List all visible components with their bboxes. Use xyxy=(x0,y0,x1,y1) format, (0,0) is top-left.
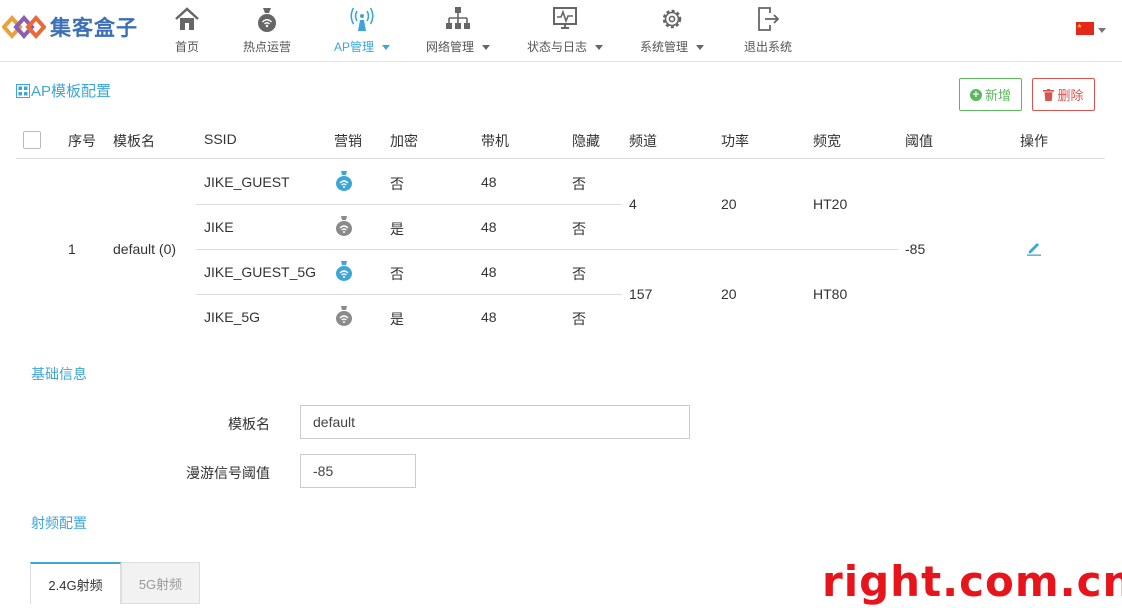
ssid-hidden: 否 xyxy=(572,221,586,237)
ssid-name: JIKE_GUEST_5G xyxy=(204,264,317,280)
ssid-name: JIKE_5G xyxy=(204,309,261,325)
col-hidden: 隐藏 xyxy=(572,133,600,149)
select-all-checkbox[interactable] xyxy=(23,131,41,149)
template-name-label: 模板名 xyxy=(228,416,270,432)
col-actions: 操作 xyxy=(1020,133,1048,149)
ssid-encrypt: 否 xyxy=(390,266,404,282)
ssid-clients: 48 xyxy=(481,219,497,235)
roam-threshold-label: 漫游信号阈值 xyxy=(186,465,270,481)
marketing-disabled-icon[interactable] xyxy=(335,306,353,326)
radio-channel: 4 xyxy=(629,196,637,212)
ssid-name: JIKE_GUEST xyxy=(204,174,290,190)
row-divider xyxy=(196,249,898,250)
basic-info-title: 基础信息 xyxy=(31,366,87,382)
radio-power: 20 xyxy=(721,196,737,212)
delete-button-label: 删除 xyxy=(1057,88,1084,103)
radio-channel: 157 xyxy=(629,286,653,302)
delete-button[interactable]: 删除 xyxy=(1032,78,1095,111)
roam-threshold-input[interactable]: -85 xyxy=(300,454,416,488)
ssid-clients: 48 xyxy=(481,174,497,190)
ssid-name: JIKE xyxy=(204,219,234,235)
marketing-enabled-icon[interactable] xyxy=(335,261,353,281)
nav-network[interactable]: 网络管理 xyxy=(424,4,492,56)
language-dropdown-icon[interactable] xyxy=(1098,28,1106,33)
table-header-divider xyxy=(16,158,1105,159)
watermark: right.com.cn xyxy=(822,557,1122,606)
ssid-encrypt: 否 xyxy=(390,176,404,192)
nav-system-label: 系统管理 xyxy=(639,40,688,54)
chevron-down-icon xyxy=(696,45,704,51)
nav-ap-management[interactable]: AP管理 xyxy=(332,4,392,56)
col-clients: 带机 xyxy=(481,133,509,149)
row-index: 1 xyxy=(68,241,76,257)
plus-circle-icon: + xyxy=(969,88,982,101)
radio-bandwidth: HT80 xyxy=(813,286,848,302)
tab-5g-radio[interactable]: 5G射频 xyxy=(121,562,200,604)
col-channel: 频道 xyxy=(629,133,657,149)
top-nav-bar: 集客盒子 首页 热点运营 AP管理 网络管理 状态与日志 系统管理 退出系统 xyxy=(0,0,1122,62)
nav-home[interactable]: 首页 xyxy=(170,4,204,56)
logout-icon xyxy=(758,7,780,31)
row-template-name: default (0) xyxy=(113,241,177,257)
ssid-hidden: 否 xyxy=(572,266,586,282)
ssid-encrypt: 是 xyxy=(390,311,404,327)
brand-name: 集客盒子 xyxy=(50,17,138,40)
nav-logout[interactable]: 退出系统 xyxy=(741,4,795,56)
template-name-input[interactable]: default xyxy=(300,405,690,439)
ssid-hidden: 否 xyxy=(572,176,586,192)
row-divider xyxy=(196,204,622,205)
add-button-label: 新增 xyxy=(984,88,1011,103)
chevron-down-icon xyxy=(595,45,603,51)
nav-logout-label: 退出系统 xyxy=(743,40,792,54)
chevron-down-icon xyxy=(382,45,390,51)
col-power: 功率 xyxy=(721,133,749,149)
nav-status-log[interactable]: 状态与日志 xyxy=(525,4,605,56)
ssid-encrypt: 是 xyxy=(390,221,404,237)
radio-bandwidth: HT20 xyxy=(813,196,848,212)
monitor-pulse-icon xyxy=(553,7,577,29)
row-threshold: -85 xyxy=(905,241,926,257)
ssid-clients: 48 xyxy=(481,309,497,325)
tab-2g-radio[interactable]: 2.4G射频 xyxy=(30,562,121,604)
page-title-text: AP模板配置 xyxy=(31,83,112,100)
col-marketing: 营销 xyxy=(334,133,362,149)
radio-power: 20 xyxy=(721,286,737,302)
brand-logo[interactable]: 集客盒子 xyxy=(2,12,138,42)
chevron-down-icon xyxy=(482,45,490,51)
china-flag-icon[interactable] xyxy=(1076,22,1094,35)
nav-hotspot[interactable]: 热点运营 xyxy=(240,4,294,56)
col-template-name: 模板名 xyxy=(113,133,155,149)
row-divider xyxy=(196,294,622,295)
marketing-enabled-icon[interactable] xyxy=(335,171,353,191)
trash-icon xyxy=(1043,88,1055,101)
rf-config-title: 射频配置 xyxy=(31,515,87,531)
page-title: AP模板配置 xyxy=(16,80,111,101)
marketing-disabled-icon[interactable] xyxy=(335,216,353,236)
col-encrypt: 加密 xyxy=(390,133,418,149)
nav-hotspot-label: 热点运营 xyxy=(242,40,291,54)
pencil-edit-icon[interactable] xyxy=(1026,240,1042,256)
grid-icon xyxy=(16,83,30,98)
money-bag-icon xyxy=(258,8,276,32)
ssid-hidden: 否 xyxy=(572,311,586,327)
network-tree-icon xyxy=(446,7,470,29)
wifi-ap-icon xyxy=(350,7,374,31)
home-icon xyxy=(175,7,199,30)
nav-status-label: 状态与日志 xyxy=(526,40,587,54)
gear-icon xyxy=(662,9,682,29)
nav-home-label: 首页 xyxy=(174,40,199,54)
col-ssid: SSID xyxy=(204,131,237,147)
col-threshold: 阈值 xyxy=(905,133,933,149)
logo-mark-icon xyxy=(2,14,46,40)
col-index: 序号 xyxy=(68,133,96,149)
nav-network-label: 网络管理 xyxy=(425,40,474,54)
nav-system[interactable]: 系统管理 xyxy=(638,4,706,56)
add-button[interactable]: + 新增 xyxy=(959,78,1022,111)
col-bandwidth: 频宽 xyxy=(813,133,841,149)
ssid-clients: 48 xyxy=(481,264,497,280)
nav-ap-label: AP管理 xyxy=(333,40,374,54)
